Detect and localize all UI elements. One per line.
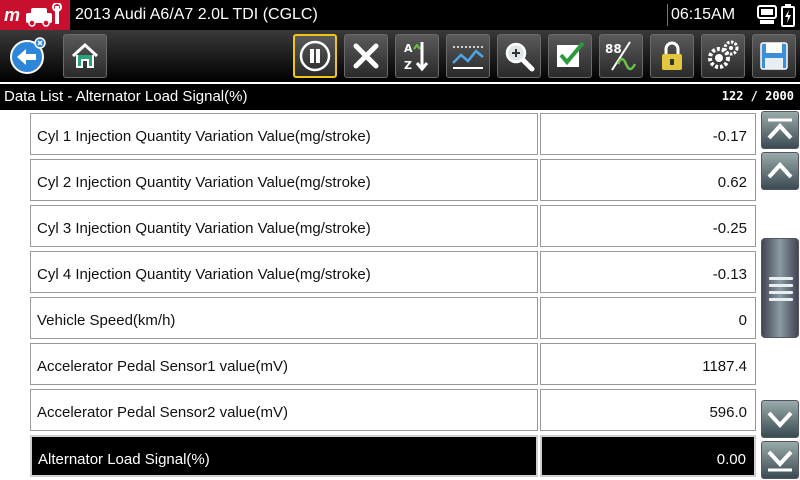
vehicle-title: 2013 Audi A6/A7 2.0L TDI (CGLC) [75, 6, 318, 23]
data-row[interactable]: Cyl 2 Injection Quantity Variation Value… [30, 159, 756, 201]
select-button[interactable] [548, 34, 592, 78]
magnifier-icon [505, 42, 535, 72]
data-row[interactable]: Vehicle Speed(km/h) 0 [30, 297, 756, 339]
clock: 06:15AM [671, 6, 736, 23]
wrench-car-icon [26, 3, 62, 27]
graph-button[interactable] [446, 34, 490, 78]
clear-button[interactable] [344, 34, 388, 78]
title-bar: m 2013 Audi A6/A7 2.0L TDI (CGLC) 06:15A… [0, 0, 800, 30]
title-divider [667, 4, 668, 26]
data-row[interactable]: Cyl 4 Injection Quantity Variation Value… [30, 251, 756, 293]
row-name: Cyl 4 Injection Quantity Variation Value… [30, 251, 538, 293]
data-list-header: Data List - Alternator Load Signal(%) 12… [0, 84, 800, 110]
row-value: 0 [540, 297, 756, 339]
home-button[interactable] [63, 34, 107, 78]
data-list-title: Data List - Alternator Load Signal(%) [4, 88, 248, 105]
data-list: Cyl 1 Injection Quantity Variation Value… [0, 110, 760, 480]
checkmark-icon [557, 41, 585, 67]
row-name: Accelerator Pedal Sensor1 value(mV) [30, 343, 538, 385]
row-value: 1187.4 [540, 343, 756, 385]
pause-button[interactable] [293, 34, 337, 78]
brand-logo: m [0, 0, 70, 30]
floppy-disk-icon [760, 42, 788, 70]
row-value: 0.00 [540, 435, 756, 477]
scroll-bottom-button[interactable] [761, 441, 799, 479]
row-name: Accelerator Pedal Sensor2 value(mV) [30, 389, 538, 431]
row-value: -0.25 [540, 205, 756, 247]
digital-analog-icon: 88 [605, 41, 637, 71]
row-name: Cyl 2 Injection Quantity Variation Value… [30, 159, 538, 201]
row-name: Cyl 1 Injection Quantity Variation Value… [30, 113, 538, 155]
zoom-button[interactable] [497, 34, 541, 78]
battery-icon [781, 4, 795, 27]
back-arrow-icon [10, 37, 46, 74]
connection-icon[interactable] [756, 3, 778, 27]
row-value: -0.13 [540, 251, 756, 293]
data-row[interactable]: Cyl 3 Injection Quantity Variation Value… [30, 205, 756, 247]
save-button[interactable] [752, 34, 796, 78]
scroll-top-button[interactable] [761, 111, 799, 149]
units-button[interactable]: 88 [599, 34, 643, 78]
data-row[interactable]: Cyl 1 Injection Quantity Variation Value… [30, 113, 756, 155]
settings-button[interactable] [701, 34, 745, 78]
svg-text:88: 88 [605, 42, 622, 56]
gears-icon [708, 40, 739, 69]
scroll-down-button[interactable] [761, 400, 799, 438]
double-chevron-up-icon [767, 118, 793, 140]
brand-mark: m [4, 5, 21, 25]
double-chevron-down-icon [767, 450, 793, 472]
row-name: Alternator Load Signal(%) [30, 435, 538, 477]
row-name: Cyl 3 Injection Quantity Variation Value… [30, 205, 538, 247]
data-row[interactable]: Accelerator Pedal Sensor2 value(mV) 596.… [30, 389, 756, 431]
sort-button[interactable]: A Z [395, 34, 439, 78]
chevron-down-icon [767, 411, 793, 428]
back-button[interactable] [5, 34, 49, 78]
x-icon [353, 43, 379, 69]
lock-icon [662, 41, 682, 70]
toolbar: A Z 88 [0, 30, 800, 112]
lock-button[interactable] [650, 34, 694, 78]
pid-count: 122 / 2000 [721, 89, 794, 103]
data-row-selected[interactable]: Alternator Load Signal(%) 0.00 [30, 435, 756, 477]
graph-icon [452, 46, 484, 69]
chevron-up-icon [767, 162, 793, 179]
row-value: 596.0 [540, 389, 756, 431]
row-name: Vehicle Speed(km/h) [30, 297, 538, 339]
home-icon [71, 42, 99, 68]
row-value: 0.62 [540, 159, 756, 201]
svg-text:A: A [404, 42, 413, 55]
pause-icon [299, 40, 331, 72]
sort-az-icon: A Z [404, 42, 429, 72]
data-row[interactable]: Accelerator Pedal Sensor1 value(mV) 1187… [30, 343, 756, 385]
scroll-up-button[interactable] [761, 152, 799, 190]
svg-text:Z: Z [404, 59, 412, 72]
scrollbar[interactable] [760, 110, 800, 480]
scroll-thumb[interactable] [761, 238, 799, 338]
row-value: -0.17 [540, 113, 756, 155]
